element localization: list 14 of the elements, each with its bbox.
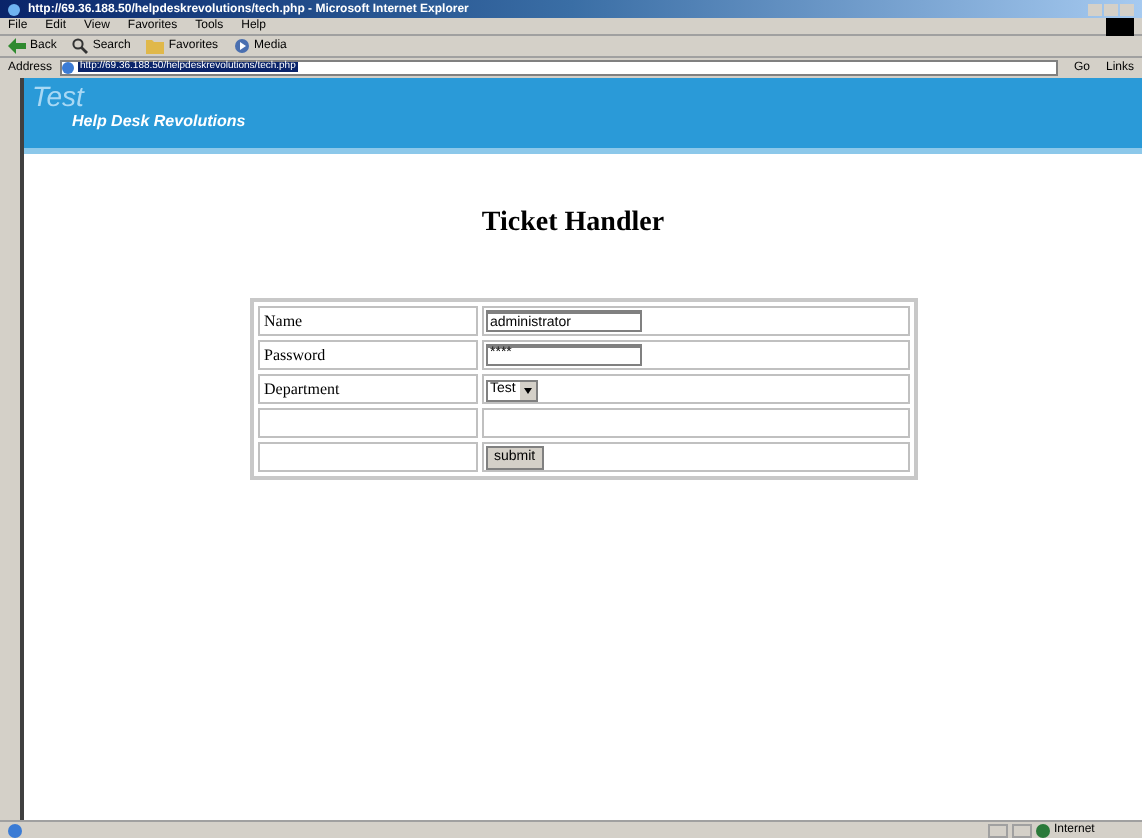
field-label: Name xyxy=(264,311,303,329)
back-arrow-icon xyxy=(8,38,26,54)
banner-subtitle: Help Desk Revolutions xyxy=(72,114,248,130)
dropdown-arrow-icon xyxy=(519,381,536,400)
banner-title: Test xyxy=(32,82,87,110)
media-icon xyxy=(234,38,251,54)
maximize-button[interactable] xyxy=(1104,3,1118,15)
field-label: Password xyxy=(264,345,326,363)
minimize-button[interactable] xyxy=(1088,3,1102,15)
page-heading: Ticket Handler xyxy=(479,206,667,242)
search-icon xyxy=(72,38,89,54)
field-label: Department xyxy=(264,379,340,397)
close-button[interactable] xyxy=(1120,3,1134,15)
folder-icon xyxy=(146,38,165,54)
